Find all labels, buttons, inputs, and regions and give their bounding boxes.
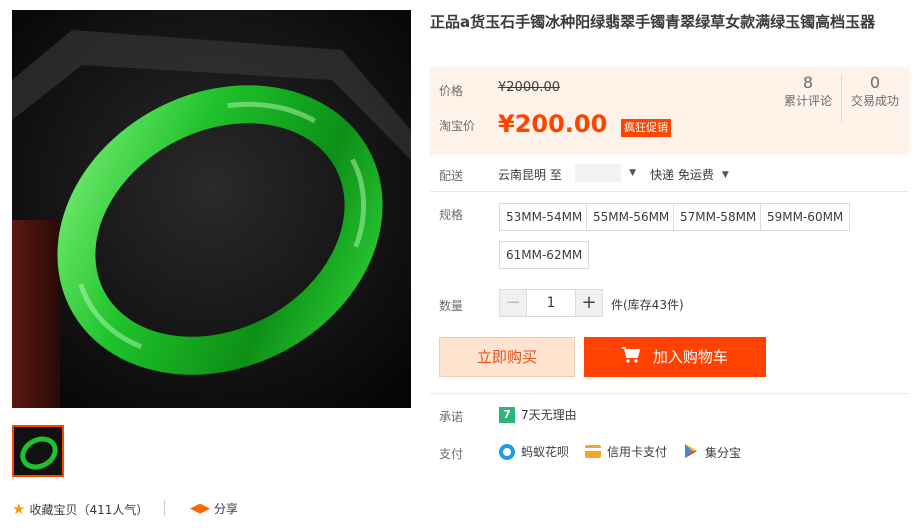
quantity-label: 数量 (439, 299, 464, 313)
divider (430, 191, 909, 192)
shipping-method-select[interactable]: 快递 免运费 ▼ (650, 166, 729, 183)
reviews-label: 累计评论 (783, 94, 832, 108)
price-label: 价格 (439, 84, 464, 98)
jade-bangle-thumbnail-icon (14, 427, 62, 475)
increment-button[interactable]: + (575, 289, 603, 317)
spec-option[interactable]: 61MM-62MM (499, 241, 590, 269)
product-main-image[interactable] (12, 10, 411, 408)
favorite-link[interactable]: ★ 收藏宝贝（411人气） (12, 500, 148, 518)
credit-card-icon (585, 445, 601, 458)
spec-option[interactable]: 57MM-58MM (673, 203, 764, 231)
add-to-cart-button[interactable]: 加入购物车 (584, 337, 766, 377)
add-to-cart-label: 加入购物车 (652, 348, 728, 366)
star-icon: ★ (12, 500, 26, 518)
spec-option[interactable]: 59MM-60MM (760, 203, 851, 231)
sales-label: 交易成功 (850, 94, 899, 108)
reviews-count: 8 (802, 73, 814, 92)
promise-item[interactable]: 7 7天无理由 (499, 406, 577, 423)
seven-day-return-icon: 7 (499, 406, 515, 423)
payment-method-label: 信用卡支付 (607, 445, 668, 459)
jade-bangle-photo (12, 10, 411, 408)
buy-now-button[interactable]: 立即购买 (439, 337, 575, 377)
spec-label: 规格 (439, 208, 464, 222)
spec-option[interactable]: 55MM-56MM (586, 203, 677, 231)
quantity-stepper: − 1 + (499, 289, 603, 317)
promo-price: ¥200.00 (498, 110, 608, 138)
footer-divider (164, 500, 165, 516)
payment-method-huabei[interactable]: 蚂蚁花呗 (499, 443, 569, 460)
jifenbao-icon (683, 443, 699, 462)
share-icon: ◀▶ (190, 501, 210, 516)
reviews-stat[interactable]: 8 累计评论 (775, 73, 841, 109)
destination-value (575, 164, 622, 182)
sales-count: 0 (869, 73, 881, 92)
promo-badge: 疯狂促销 (621, 119, 671, 137)
divider (430, 393, 909, 394)
delivery-from: 云南昆明 至 (498, 168, 562, 182)
share-label: 分享 (214, 502, 239, 516)
chevron-down-icon: ▼ (721, 169, 729, 180)
stock-text: 件(库存43件) (611, 298, 684, 312)
payment-method-credit-card[interactable]: 信用卡支付 (585, 443, 667, 460)
quantity-input[interactable]: 1 (527, 289, 575, 317)
product-thumbnail[interactable] (12, 425, 64, 477)
sales-stat: 0 交易成功 (842, 73, 908, 109)
payment-method-label: 蚂蚁花呗 (521, 445, 570, 459)
promise-text: 7天无理由 (521, 408, 577, 422)
cart-icon (622, 338, 641, 378)
decrement-button[interactable]: − (499, 289, 527, 317)
shipping-method: 快递 免运费 (650, 168, 714, 182)
product-title: 正品a货玉石手镯冰种阳绿翡翠手镯青翠绿草女款满绿玉镯高档玉器 (430, 13, 876, 31)
spec-option[interactable]: 53MM-54MM (499, 203, 590, 231)
favorite-label: 收藏宝贝（411人气） (29, 502, 149, 517)
original-price: ¥2000.00 (498, 80, 561, 95)
payment-label: 支付 (439, 447, 464, 461)
delivery-label: 配送 (439, 169, 464, 183)
promo-price-label: 淘宝价 (439, 119, 476, 133)
promise-label: 承诺 (439, 410, 464, 424)
share-link[interactable]: ◀▶ 分享 (190, 500, 238, 517)
payment-method-label: 集分宝 (705, 446, 742, 460)
payment-method-jifenbao[interactable]: 集分宝 (683, 443, 741, 462)
chevron-down-icon: ▼ (629, 168, 636, 178)
destination-select[interactable]: ▼ (566, 162, 636, 184)
huabei-icon (499, 443, 515, 460)
